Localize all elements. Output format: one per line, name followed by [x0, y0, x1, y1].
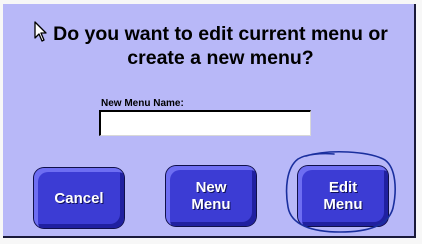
new-menu-button[interactable]: New Menu: [166, 166, 256, 226]
new-menu-name-input[interactable]: [99, 110, 311, 136]
edit-menu-button[interactable]: Edit Menu: [298, 166, 388, 226]
cancel-button[interactable]: Cancel: [34, 168, 124, 228]
dialog-title: Do you want to edit current menu or crea…: [53, 23, 388, 69]
menu-dialog: Do you want to edit current menu or crea…: [3, 4, 416, 238]
new-menu-name-label: New Menu Name:: [101, 98, 184, 109]
